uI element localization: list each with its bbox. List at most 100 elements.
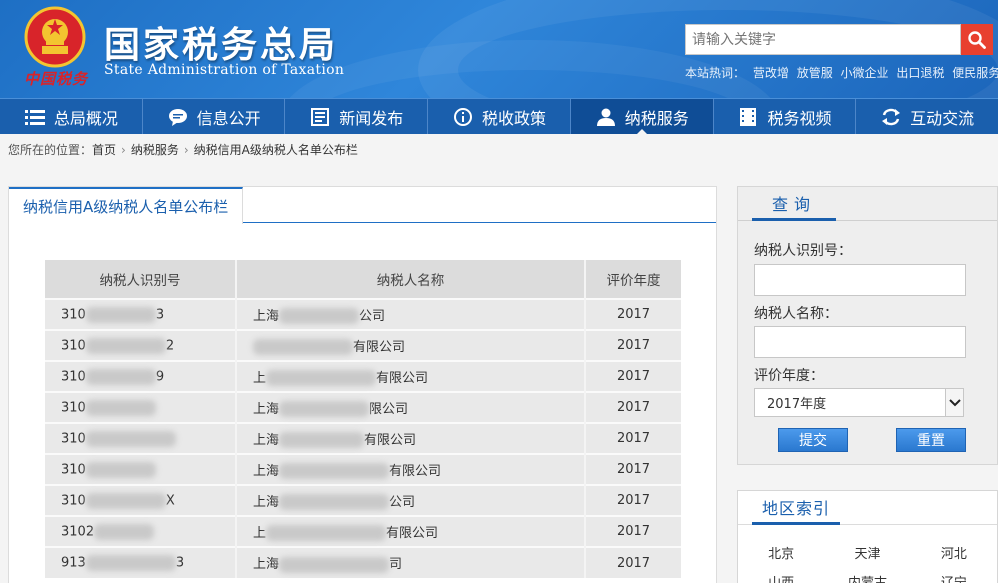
evaluation-year-cell: 2017 xyxy=(585,515,681,547)
taxpayer-name-cell: 上海 有限公司 xyxy=(236,422,586,454)
taxpayer-name-visible-suffix: 有限公司 xyxy=(376,370,429,386)
table-row[interactable]: 3102 上 有限公司 2017 xyxy=(45,515,681,547)
evaluation-year-select[interactable]: 2017年度 xyxy=(754,388,964,417)
taxpayer-name-input[interactable] xyxy=(754,326,966,358)
region-link-inner-mongolia[interactable]: 内蒙古 xyxy=(824,572,910,583)
redacted-blur xyxy=(279,308,360,325)
breadcrumb-link-home[interactable]: 首页 xyxy=(92,143,116,157)
taxpayer-id-cell: 310 xyxy=(45,391,237,423)
nav-item-overview[interactable]: 总局概况 xyxy=(0,99,143,134)
main-nav: 总局概况 信息公开 新闻发布 税收政策 纳税服务 税务视频 互动交流 xyxy=(0,98,998,135)
redacted-blur xyxy=(279,494,390,511)
region-link-hebei[interactable]: 河北 xyxy=(911,543,997,562)
site-header: 中国税务 国家税务总局 State Administration of Taxa… xyxy=(0,0,998,98)
column-header-taxpayer-id: 纳税人识别号 xyxy=(45,260,237,299)
nav-item-tax-video[interactable]: 税务视频 xyxy=(714,99,857,134)
region-panel-title: 地区索引 xyxy=(752,491,841,525)
taxpayer-name-visible-prefix: 上海 xyxy=(253,432,280,448)
nav-item-info-disclosure[interactable]: 信息公开 xyxy=(143,99,286,134)
redacted-blur xyxy=(85,492,166,509)
hotword-link[interactable]: 出口退税 xyxy=(896,66,944,80)
taxpayer-name-cell: 有限公司 xyxy=(236,329,586,361)
nav-item-tax-policy[interactable]: 税收政策 xyxy=(428,99,571,134)
taxpayer-name-cell: 上海 司 xyxy=(236,546,586,578)
query-panel-title: 查询 xyxy=(752,187,837,221)
table-row[interactable]: 310 上海 有限公司 2017 xyxy=(45,453,681,485)
hotwords-bar: 本站热词： 营改增 放管服 小微企业 出口退税 便民服务 xyxy=(685,64,998,81)
column-header-evaluation-year: 评价年度 xyxy=(585,260,681,299)
redacted-blur xyxy=(85,306,156,323)
tab-bar: 纳税信用A级纳税人名单公布栏 xyxy=(9,187,716,224)
nav-item-label: 税收政策 xyxy=(482,108,547,128)
redacted-blur xyxy=(279,463,390,480)
nav-item-news[interactable]: 新闻发布 xyxy=(285,99,429,134)
search-input[interactable] xyxy=(685,24,961,55)
table-body: 310 3 上海 公司 2017 310 2 有限公司 2017 310 9 上有限公司 2017 310… xyxy=(45,298,681,578)
query-panel-header: 查询 xyxy=(738,187,997,221)
taxpayer-name-visible-prefix: 上 xyxy=(253,525,267,541)
hotword-link[interactable]: 小微企业 xyxy=(841,66,889,80)
list-icon xyxy=(24,108,46,126)
speech-bubble-icon xyxy=(167,108,189,126)
taxpayer-id-input[interactable] xyxy=(754,264,966,296)
submit-button[interactable]: 提交 xyxy=(778,428,848,452)
document-icon xyxy=(309,107,331,126)
reset-button[interactable]: 重置 xyxy=(896,428,966,452)
taxpayer-name-visible-suffix: 有限公司 xyxy=(364,432,417,448)
taxpayer-id-cell: 913 3 xyxy=(45,546,237,578)
taxpayer-id-visible-prefix: 310 xyxy=(61,493,86,508)
region-link-tianjin[interactable]: 天津 xyxy=(824,543,910,562)
search-icon xyxy=(968,30,986,49)
region-panel-header: 地区索引 xyxy=(738,491,997,525)
site-title: 国家税务总局 xyxy=(104,25,339,66)
hotword-link[interactable]: 放管服 xyxy=(797,66,833,80)
evaluation-year-cell: 2017 xyxy=(585,484,681,516)
evaluation-year-cell: 2017 xyxy=(585,546,681,578)
taxpayer-name-visible-suffix: 司 xyxy=(389,557,403,573)
taxpayer-id-visible-prefix: 310 xyxy=(61,400,86,415)
hotword-link[interactable]: 便民服务 xyxy=(952,66,998,80)
redacted-blur xyxy=(85,399,156,416)
nav-item-taxpayer-service[interactable]: 纳税服务 xyxy=(570,99,714,135)
main-content-panel: 纳税信用A级纳税人名单公布栏 纳税人识别号 纳税人名称 评价年度 310 3 上海公… xyxy=(8,186,717,583)
evaluation-year-cell: 2017 xyxy=(585,360,681,392)
table-row[interactable]: 310 9 上 有限公司 2017 xyxy=(45,360,681,392)
breadcrumb-prefix: 您所在的位置： xyxy=(8,143,93,157)
region-link-shanxi[interactable]: 山西 xyxy=(738,572,824,583)
info-icon xyxy=(452,107,474,126)
taxpayer-name-visible-prefix: 上海 xyxy=(253,494,280,510)
taxpayer-id-visible-prefix: 913 xyxy=(61,555,86,571)
taxpayer-id-visible-suffix: 3 xyxy=(175,555,185,571)
region-link-liaoning[interactable]: 辽宁 xyxy=(911,572,997,583)
taxpayer-id-visible-prefix: 310 xyxy=(61,307,86,322)
taxpayer-id-visible-prefix: 3102 xyxy=(61,524,95,539)
taxpayer-id-cell: 310 X xyxy=(45,484,237,516)
nav-item-interaction[interactable]: 互动交流 xyxy=(856,99,998,134)
taxpayer-name-cell: 上海 公司 xyxy=(236,484,586,516)
nav-item-label: 税务视频 xyxy=(767,108,832,128)
table-row[interactable]: 913 3 上海 司 2017 xyxy=(45,546,681,578)
region-link-beijing[interactable]: 北京 xyxy=(738,543,824,562)
national-emblem-icon xyxy=(24,6,86,68)
breadcrumb-link-current[interactable]: 纳税信用A级纳税人名单公布栏 xyxy=(194,143,358,157)
region-grid: 北京 天津 河北 山西 内蒙古 辽宁 xyxy=(738,543,997,583)
table-row[interactable]: 310 上海 限公司 2017 xyxy=(45,391,681,423)
breadcrumb: 您所在的位置：首页 › 纳税服务 › 纳税信用A级纳税人名单公布栏 xyxy=(8,141,358,158)
taxpayer-id-visible-prefix: 310 xyxy=(61,462,86,477)
breadcrumb-link-taxpayer-service[interactable]: 纳税服务 xyxy=(131,143,179,157)
table-row[interactable]: 310 X 上海 公司 2017 xyxy=(45,484,681,516)
evaluation-year-value: 2017年度 xyxy=(767,397,827,412)
hotword-link[interactable]: 营改增 xyxy=(753,66,789,80)
evaluation-year-label: 评价年度： xyxy=(754,368,824,384)
table-row[interactable]: 310 3 上海 公司 2017 xyxy=(45,298,681,330)
exchange-icon xyxy=(880,108,902,126)
table-row[interactable]: 310 上海 有限公司 2017 xyxy=(45,422,681,454)
table-row[interactable]: 310 2 有限公司 2017 xyxy=(45,329,681,361)
taxpayer-id-cell: 310 3 xyxy=(45,298,237,330)
evaluation-year-cell: 2017 xyxy=(585,298,681,330)
tab-a-level-taxpayer-list[interactable]: 纳税信用A级纳税人名单公布栏 xyxy=(9,187,244,224)
taxpayer-name-cell: 上海 限公司 xyxy=(236,391,586,423)
nav-item-label: 信息公开 xyxy=(196,108,261,128)
search-button[interactable] xyxy=(961,24,993,55)
taxpayer-name-cell: 上 有限公司 xyxy=(236,360,586,392)
